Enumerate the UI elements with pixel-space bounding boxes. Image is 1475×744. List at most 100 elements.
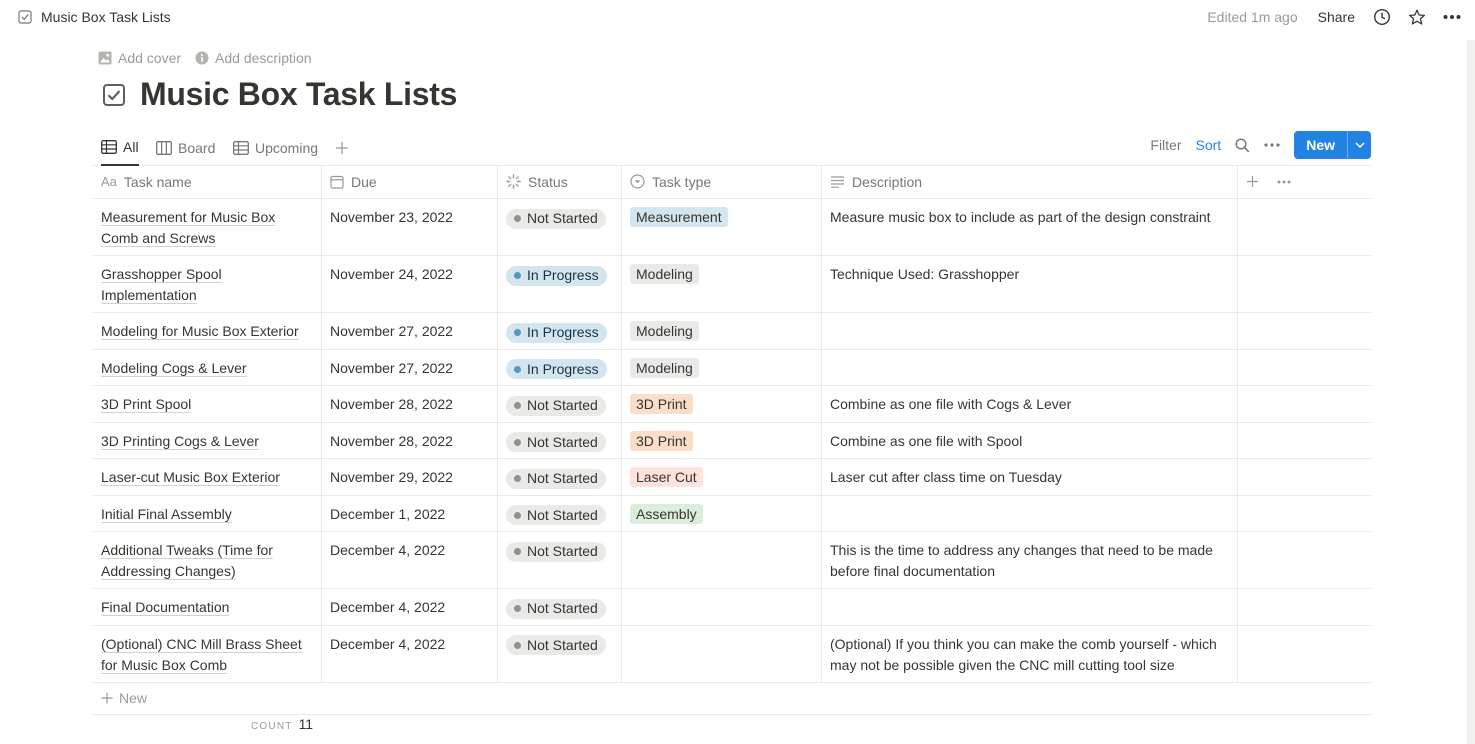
history-icon[interactable] [1373, 8, 1391, 26]
description-cell[interactable] [822, 313, 1238, 349]
description-cell[interactable]: Combine as one file with Cogs & Lever [822, 386, 1238, 422]
share-button[interactable]: Share [1318, 9, 1355, 25]
task-type-cell[interactable] [622, 625, 822, 682]
task-name-cell[interactable]: 3D Print Spool [93, 386, 322, 422]
status-cell[interactable]: Not Started [498, 459, 622, 495]
vertical-scrollbar[interactable] [1467, 40, 1475, 744]
due-cell[interactable]: November 24, 2022 [322, 256, 498, 312]
task-name[interactable]: Laser-cut Music Box Exterior [101, 469, 280, 486]
status-cell[interactable]: Not Started [498, 199, 622, 255]
add-view-button[interactable] [335, 130, 349, 165]
tab-board[interactable]: Board [156, 130, 215, 165]
description-cell[interactable]: Combine as one file with Spool [822, 422, 1238, 458]
task-type-cell[interactable]: Measurement [622, 199, 822, 255]
column-header-due[interactable]: Due [322, 165, 498, 198]
status-cell[interactable]: Not Started [498, 495, 622, 531]
checkbox-page-icon[interactable] [102, 83, 126, 107]
table-row[interactable]: Final Documentation December 4, 2022 Not S… [93, 589, 1371, 626]
task-name-cell[interactable]: Measurement for Music Box Comb and Screw… [93, 199, 322, 255]
task-name[interactable]: Modeling for Music Box Exterior [101, 323, 299, 340]
add-property-icon[interactable] [1246, 175, 1259, 188]
table-row[interactable]: Additional Tweaks (Time for Addressing C… [93, 532, 1371, 589]
new-row-button[interactable]: New [93, 683, 1371, 715]
task-name-cell[interactable]: (Optional) CNC Mill Brass Sheet for Musi… [93, 625, 322, 682]
task-name-cell[interactable]: Final Documentation [93, 589, 322, 625]
status-cell[interactable]: Not Started [498, 422, 622, 458]
new-button[interactable]: New [1294, 131, 1371, 159]
task-name[interactable]: Additional Tweaks (Time for Addressing C… [101, 542, 273, 580]
task-name-cell[interactable]: 3D Printing Cogs & Lever [93, 422, 322, 458]
table-row[interactable]: Initial Final Assembly December 1, 2022 No… [93, 495, 1371, 532]
tab-upcoming[interactable]: Upcoming [233, 130, 318, 165]
task-type-cell[interactable]: Modeling [622, 313, 822, 349]
description-cell[interactable]: This is the time to address any changes … [822, 532, 1238, 588]
more-options-icon[interactable] [1264, 143, 1280, 147]
task-name[interactable]: (Optional) CNC Mill Brass Sheet for Musi… [101, 635, 302, 674]
task-name-cell[interactable]: Modeling Cogs & Lever [93, 349, 322, 385]
more-options-icon[interactable] [1277, 180, 1291, 184]
column-header-task-type[interactable]: Task type [622, 165, 822, 198]
task-type-cell[interactable]: Laser Cut [622, 459, 822, 495]
tab-all[interactable]: All [101, 130, 139, 166]
status-cell[interactable]: Not Started [498, 625, 622, 682]
task-name[interactable]: Modeling Cogs & Lever [101, 359, 247, 377]
add-description-button[interactable]: Add description [195, 50, 312, 66]
more-options-icon[interactable] [1443, 8, 1461, 26]
description-cell[interactable] [822, 349, 1238, 385]
chevron-down-icon[interactable] [1347, 131, 1371, 159]
status-cell[interactable]: In Progress [498, 349, 622, 385]
task-name[interactable]: Initial Final Assembly [101, 505, 232, 523]
column-header-task-name[interactable]: Aa Task name [93, 165, 322, 198]
description-cell[interactable] [822, 589, 1238, 625]
table-row[interactable]: Laser-cut Music Box Exterior November 29,… [93, 459, 1371, 496]
task-name-cell[interactable]: Initial Final Assembly [93, 495, 322, 531]
task-name-cell[interactable]: Laser-cut Music Box Exterior [93, 459, 322, 495]
search-icon[interactable] [1235, 137, 1250, 153]
task-name[interactable]: Final Documentation [101, 599, 230, 616]
task-name-cell[interactable]: Modeling for Music Box Exterior [93, 313, 322, 349]
task-type-cell[interactable] [622, 589, 822, 625]
task-type-cell[interactable]: Modeling [622, 349, 822, 385]
task-name-cell[interactable]: Additional Tweaks (Time for Addressing C… [93, 532, 322, 588]
page-title[interactable]: Music Box Task Lists [140, 76, 457, 113]
due-cell[interactable]: November 23, 2022 [322, 199, 498, 255]
task-name[interactable]: Grasshopper Spool Implementation [101, 266, 222, 304]
due-cell[interactable]: November 28, 2022 [322, 386, 498, 422]
table-row[interactable]: 3D Printing Cogs & Lever November 28, 202… [93, 422, 1371, 459]
description-cell[interactable]: (Optional) If you think you can make the… [822, 625, 1238, 682]
status-cell[interactable]: Not Started [498, 532, 622, 588]
table-row[interactable]: Grasshopper Spool Implementation November… [93, 256, 1371, 313]
due-cell[interactable]: December 4, 2022 [322, 589, 498, 625]
due-cell[interactable]: December 4, 2022 [322, 532, 498, 588]
description-cell[interactable]: Technique Used: Grasshopper [822, 256, 1238, 312]
status-cell[interactable]: In Progress [498, 313, 622, 349]
task-type-cell[interactable]: Assembly [622, 495, 822, 531]
status-cell[interactable]: In Progress [498, 256, 622, 312]
table-row[interactable]: (Optional) CNC Mill Brass Sheet for Musi… [93, 625, 1371, 683]
due-cell[interactable]: November 27, 2022 [322, 349, 498, 385]
add-cover-button[interactable]: Add cover [98, 50, 181, 66]
status-cell[interactable]: Not Started [498, 386, 622, 422]
status-cell[interactable]: Not Started [498, 589, 622, 625]
task-name[interactable]: Measurement for Music Box Comb and Screw… [101, 209, 276, 247]
star-icon[interactable] [1408, 8, 1426, 26]
description-cell[interactable]: Laser cut after class time on Tuesday [822, 459, 1238, 495]
task-type-cell[interactable] [622, 532, 822, 588]
table-row[interactable]: 3D Print Spool November 28, 2022 Not Start… [93, 386, 1371, 423]
due-cell[interactable]: November 29, 2022 [322, 459, 498, 495]
column-header-description[interactable]: Description [822, 165, 1238, 198]
task-type-cell[interactable]: Modeling [622, 256, 822, 312]
due-cell[interactable]: December 1, 2022 [322, 495, 498, 531]
table-row[interactable]: Modeling for Music Box Exterior November … [93, 313, 1371, 350]
task-type-cell[interactable]: 3D Print [622, 422, 822, 458]
due-cell[interactable]: December 4, 2022 [322, 625, 498, 682]
description-cell[interactable] [822, 495, 1238, 531]
description-cell[interactable]: Measure music box to include as part of … [822, 199, 1238, 255]
task-name[interactable]: 3D Printing Cogs & Lever [101, 432, 259, 450]
row-count[interactable]: COUNT 11 [251, 716, 313, 732]
sort-button[interactable]: Sort [1196, 137, 1222, 153]
filter-button[interactable]: Filter [1150, 137, 1181, 153]
task-type-cell[interactable]: 3D Print [622, 386, 822, 422]
table-row[interactable]: Measurement for Music Box Comb and Screw… [93, 199, 1371, 256]
task-name-cell[interactable]: Grasshopper Spool Implementation [93, 256, 322, 312]
